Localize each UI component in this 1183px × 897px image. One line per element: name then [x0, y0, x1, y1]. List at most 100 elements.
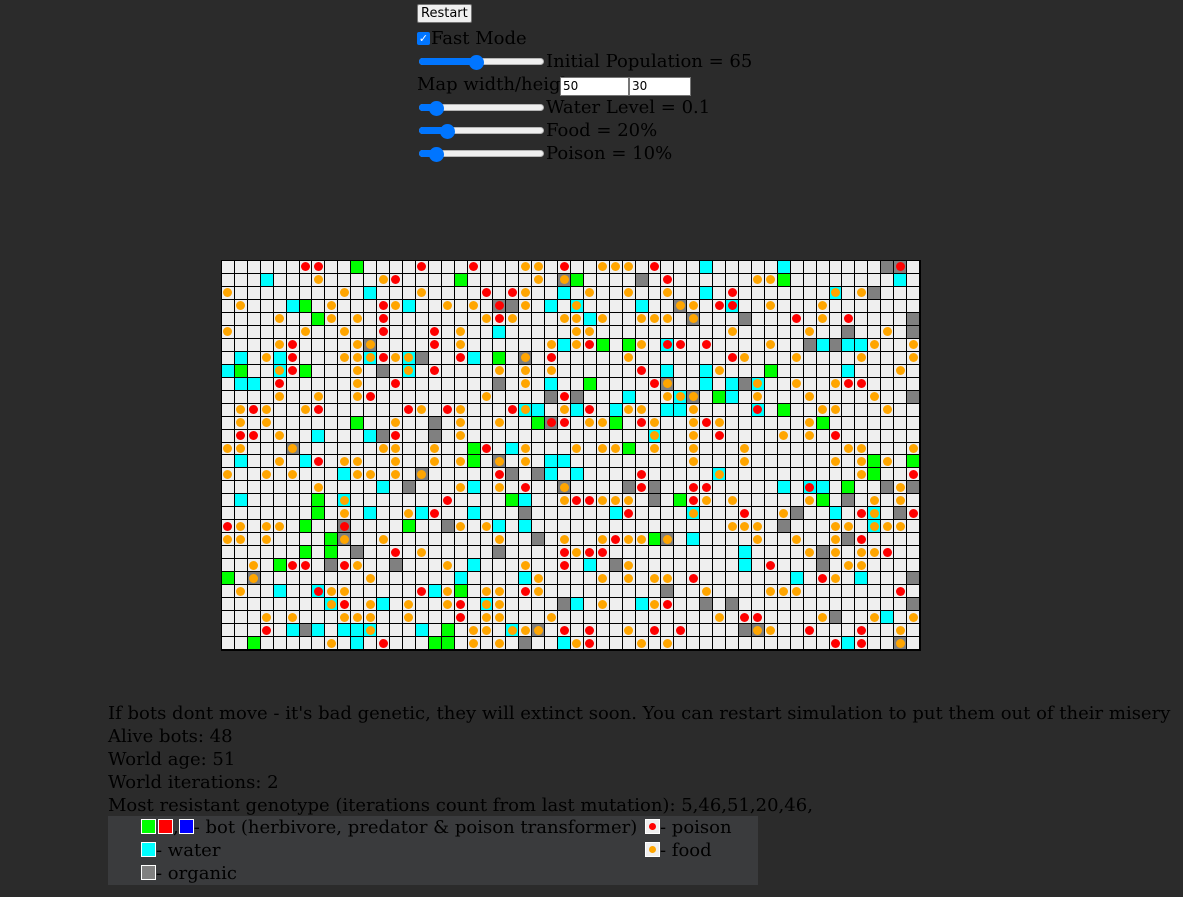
map-width-input[interactable]: 50 [560, 77, 629, 96]
grid-cell [907, 377, 920, 391]
fast-mode-checkbox[interactable]: ✓ [417, 32, 430, 45]
slider-thumb[interactable] [468, 55, 484, 70]
food-dot [740, 521, 750, 531]
slider-thumb[interactable] [440, 124, 455, 139]
food-dot [856, 288, 866, 298]
initial-population-slider[interactable] [417, 50, 546, 73]
grid-cell [493, 559, 507, 573]
grid-cell [661, 637, 675, 650]
grid-cell [351, 416, 365, 430]
food-dot [404, 366, 414, 376]
grid-cell [493, 611, 507, 625]
grid-cell [532, 598, 546, 612]
poison-dot [391, 275, 401, 285]
food-slider[interactable] [417, 119, 546, 142]
grid-cell [545, 403, 559, 417]
grid-cell [222, 585, 235, 599]
grid-cell [325, 572, 339, 586]
food-dot [714, 612, 724, 622]
legend-food-label: - food [660, 840, 712, 861]
poison-dot [456, 353, 466, 363]
grid-cell [351, 390, 365, 404]
grid-cell [364, 325, 378, 339]
food-dot [456, 482, 466, 492]
food-dot [895, 521, 905, 531]
food-dot [559, 534, 569, 544]
grid-cell [532, 338, 546, 352]
grid-cell [454, 377, 468, 391]
grid-cell [881, 325, 895, 339]
grid-cell [635, 533, 649, 547]
grid-cell [325, 351, 339, 365]
grid-cell [726, 299, 740, 313]
grid-cell [894, 325, 908, 339]
grid-cell [829, 455, 843, 469]
grid-cell [713, 637, 727, 650]
grid-cell [777, 572, 791, 586]
grid-cell [829, 624, 843, 638]
legend-water-label: - water [156, 840, 221, 861]
grid-cell [454, 351, 468, 365]
map-height-input[interactable]: 30 [629, 77, 691, 96]
grid-cell [726, 572, 740, 586]
grid-cell [506, 377, 520, 391]
food-dot [650, 444, 659, 453]
grid-cell [480, 507, 494, 521]
grid-cell [842, 261, 856, 274]
grid-cell [726, 585, 740, 599]
grid-cell [622, 416, 636, 430]
grid-cell [260, 377, 274, 391]
grid-cell [674, 403, 688, 417]
grid-cell [493, 351, 507, 365]
grid-cell [506, 507, 520, 521]
grid-cell [583, 546, 597, 560]
poison-dot [288, 560, 298, 570]
slider-thumb[interactable] [428, 147, 444, 162]
food-dot [856, 547, 866, 557]
grid-cell [687, 377, 701, 391]
poison-dot [404, 405, 414, 415]
grid-cell [377, 455, 391, 469]
grid-cell [493, 572, 507, 586]
grid-cell [829, 377, 843, 391]
poison-slider[interactable] [417, 142, 546, 165]
grid-cell [868, 390, 882, 404]
grid-cell [558, 429, 571, 443]
grid-cell [558, 520, 571, 534]
grid-cell [286, 429, 300, 443]
grid-cell [351, 325, 365, 339]
water-level-slider[interactable] [417, 96, 546, 119]
grid-cell [829, 429, 843, 443]
grid-cell [751, 442, 765, 456]
grid-cell [726, 351, 740, 365]
legend-poison-label: - poison [660, 817, 732, 838]
grid-cell [312, 351, 326, 365]
poison-dot [288, 340, 298, 350]
food-dot [766, 625, 776, 635]
grid-cell [855, 312, 869, 326]
grid-cell [519, 442, 533, 456]
grid-cell [713, 572, 727, 586]
poison-dot [585, 495, 595, 505]
grid-cell [842, 494, 856, 508]
grid-cell [661, 624, 675, 638]
restart-button[interactable]: Restart [417, 4, 472, 23]
grid-cell [622, 403, 636, 417]
grid-cell [222, 533, 235, 547]
grid-cell [467, 312, 481, 326]
grid-cell [467, 377, 481, 391]
grid-cell [661, 312, 675, 326]
grid-cell [247, 520, 261, 534]
grid-cell [558, 377, 571, 391]
grid-cell [312, 429, 326, 443]
grid-cell [622, 624, 636, 638]
grid-cell [338, 455, 352, 469]
grid-cell [907, 390, 920, 404]
grid-cell [532, 481, 546, 495]
slider-thumb[interactable] [428, 101, 444, 116]
grid-cell [661, 261, 675, 274]
food-dot [378, 444, 388, 453]
grid-cell [674, 390, 688, 404]
grid-cell [402, 364, 416, 378]
food-dot [598, 599, 608, 609]
